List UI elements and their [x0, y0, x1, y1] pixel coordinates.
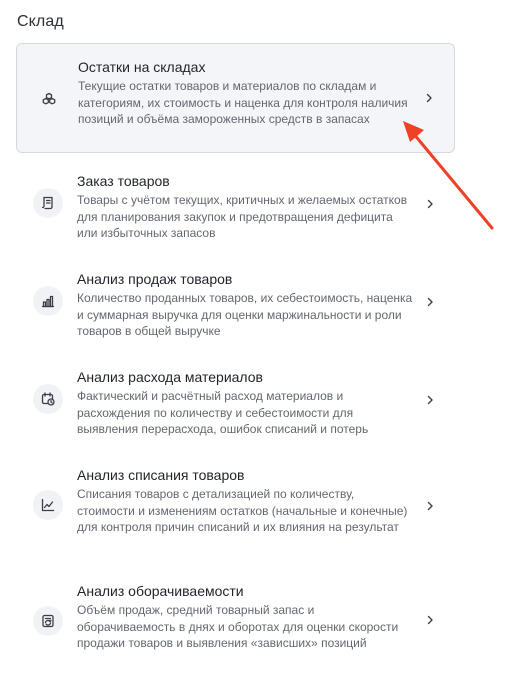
chevron-right-icon — [427, 501, 433, 511]
report-item-stock-balances[interactable]: Остатки на складах Текущие остатки товар… — [16, 43, 455, 153]
chevron-right-icon — [427, 615, 433, 625]
report-item-sales-analysis[interactable]: Анализ продаж товаров Количество проданн… — [16, 260, 455, 346]
item-description: Фактический и расчётный расход материало… — [77, 389, 369, 436]
chevron-right-icon — [426, 93, 432, 103]
section-title: Склад — [17, 13, 64, 30]
report-item-write-off-analysis[interactable]: Анализ списания товаров Списания товаров… — [16, 456, 455, 560]
line-chart-icon — [33, 490, 63, 520]
item-description: Товары с учётом текущих, критичных и жел… — [77, 193, 408, 240]
item-title: Анализ расхода материалов — [77, 369, 263, 385]
order-list-icon — [33, 188, 63, 218]
item-description: Текущие остатки товаров и материалов по … — [78, 79, 408, 126]
chevron-right-icon — [427, 199, 433, 209]
item-description: Списания товаров с детализацией по колич… — [77, 487, 408, 534]
item-title: Остатки на складах — [78, 59, 206, 75]
item-title: Анализ оборачиваемости — [77, 583, 244, 599]
turnover-icon — [33, 606, 63, 636]
boxes-icon — [34, 84, 64, 114]
item-description: Объём продаж, средний товарный запас и о… — [77, 603, 399, 650]
report-item-material-usage[interactable]: Анализ расхода материалов Фактический и … — [16, 358, 455, 444]
material-usage-icon — [33, 384, 63, 414]
bar-chart-icon — [33, 286, 63, 316]
item-title: Анализ продаж товаров — [77, 271, 233, 287]
item-title: Анализ списания товаров — [77, 467, 245, 483]
report-item-turnover-analysis[interactable]: Анализ оборачиваемости Объём продаж, сре… — [16, 572, 455, 676]
report-item-order-goods[interactable]: Заказ товаров Товары с учётом текущих, к… — [16, 162, 455, 248]
item-title: Заказ товаров — [77, 173, 170, 189]
chevron-right-icon — [427, 297, 433, 307]
item-description: Количество проданных товаров, их себесто… — [77, 291, 413, 338]
chevron-right-icon — [427, 395, 433, 405]
